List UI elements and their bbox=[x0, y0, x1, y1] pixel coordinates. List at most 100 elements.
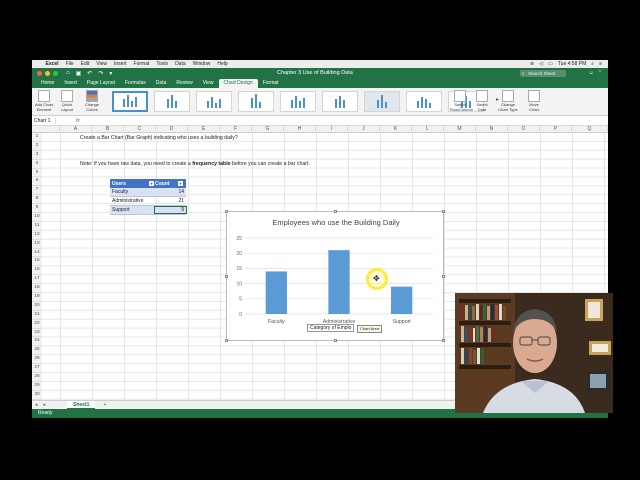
column-header[interactable]: H bbox=[284, 126, 316, 133]
row-header[interactable]: 2 bbox=[32, 141, 42, 151]
wifi-icon[interactable]: ≋ bbox=[530, 61, 534, 67]
bar[interactable] bbox=[328, 250, 350, 314]
menu-view[interactable]: View bbox=[93, 61, 111, 67]
column-header[interactable]: G bbox=[252, 126, 284, 133]
column-header[interactable]: N bbox=[476, 126, 508, 133]
tab-page-layout[interactable]: Page Layout bbox=[82, 79, 120, 88]
chart-style-8[interactable] bbox=[406, 91, 442, 112]
filter-dropdown-icon[interactable]: ▾ bbox=[149, 181, 154, 186]
row-header[interactable]: 17 bbox=[32, 275, 42, 285]
row-header[interactable]: 5 bbox=[32, 168, 42, 178]
menu-edit[interactable]: Edit bbox=[77, 61, 93, 67]
row-header[interactable]: 22 bbox=[32, 319, 42, 329]
bar-chart[interactable]: Employees who use the Building Daily 051… bbox=[225, 210, 445, 342]
resize-handle[interactable] bbox=[442, 275, 445, 278]
column-header[interactable]: E bbox=[188, 126, 220, 133]
share-icon[interactable]: ☺ bbox=[589, 70, 594, 76]
undo-icon[interactable]: ↶ bbox=[87, 70, 92, 77]
more-icon[interactable]: ▾ bbox=[109, 70, 112, 77]
row-header[interactable]: 28 bbox=[32, 373, 42, 382]
filter-dropdown-icon[interactable]: ▾ bbox=[178, 181, 183, 186]
chart-style-4[interactable] bbox=[238, 91, 274, 112]
menu-help[interactable]: Help bbox=[214, 61, 231, 67]
row-header[interactable]: 1 bbox=[32, 133, 42, 142]
search-sheet-input[interactable]: ⌕ Search Sheet bbox=[520, 70, 566, 77]
row-header[interactable]: 20 bbox=[32, 301, 42, 311]
add-chart-element-button[interactable]: Add Chart Element bbox=[34, 90, 54, 112]
battery-icon[interactable]: ▭ bbox=[548, 61, 553, 67]
column-header[interactable]: J bbox=[348, 126, 380, 133]
home-icon[interactable]: ⌂ bbox=[66, 70, 70, 77]
row-header[interactable]: 4 bbox=[32, 159, 42, 169]
tab-insert[interactable]: Insert bbox=[59, 79, 82, 88]
instruction-text[interactable]: Create a Bar Chart (Bar Graph) indicatin… bbox=[80, 135, 238, 141]
x-axis-title[interactable]: Category of Emplo bbox=[307, 324, 355, 332]
row-header[interactable]: 26 bbox=[32, 355, 42, 365]
fx-icon[interactable]: fx bbox=[56, 118, 80, 124]
prev-sheet-icon[interactable]: ◂ bbox=[32, 402, 41, 408]
bar[interactable] bbox=[391, 286, 413, 314]
add-sheet-button[interactable]: + bbox=[95, 402, 114, 408]
table-cell-value[interactable]: 14 bbox=[155, 189, 186, 195]
row-header[interactable]: 24 bbox=[32, 337, 42, 347]
tab-formulas[interactable]: Formulas bbox=[120, 79, 151, 88]
move-chart-button[interactable]: Move Chart bbox=[524, 90, 544, 112]
column-header[interactable]: K bbox=[380, 126, 412, 133]
table-cell-label[interactable]: Support bbox=[110, 207, 155, 213]
save-icon[interactable]: ▣ bbox=[76, 70, 82, 77]
chart-style-5[interactable] bbox=[280, 91, 316, 112]
row-header[interactable]: 27 bbox=[32, 364, 42, 374]
table-cell-label[interactable]: Faculty bbox=[110, 189, 155, 195]
menu-format[interactable]: Format bbox=[130, 61, 153, 67]
minimize-icon[interactable] bbox=[45, 71, 50, 76]
row-header[interactable]: 7 bbox=[32, 186, 42, 196]
row-header[interactable]: 30 bbox=[32, 390, 42, 400]
collapse-ribbon-icon[interactable]: ⌃ bbox=[598, 70, 602, 76]
header-count-cell[interactable]: Count ▾ bbox=[155, 181, 186, 187]
row-header[interactable]: 21 bbox=[32, 310, 42, 320]
row-header[interactable]: 3 bbox=[32, 150, 42, 160]
bar[interactable] bbox=[265, 271, 287, 314]
resize-handle[interactable] bbox=[225, 275, 228, 278]
clock[interactable]: Tue 4:58 PM bbox=[558, 61, 586, 67]
column-header[interactable]: F bbox=[220, 126, 252, 133]
row-header[interactable]: 8 bbox=[32, 195, 42, 205]
table-cell-value[interactable]: 21 bbox=[155, 198, 186, 204]
tab-view[interactable]: View bbox=[198, 79, 219, 88]
menu-insert[interactable]: Insert bbox=[111, 61, 131, 67]
tab-format[interactable]: Format bbox=[258, 79, 284, 88]
chart-style-7[interactable] bbox=[364, 91, 400, 112]
change-chart-type-button[interactable]: Change Chart Type bbox=[498, 90, 518, 112]
row-header[interactable]: 10 bbox=[32, 213, 42, 222]
select-all-corner[interactable] bbox=[32, 126, 60, 133]
zoom-icon[interactable] bbox=[53, 71, 58, 76]
resize-handle[interactable] bbox=[225, 339, 228, 342]
tab-home[interactable]: Home bbox=[36, 79, 59, 88]
redo-icon[interactable]: ↷ bbox=[98, 70, 103, 77]
switch-row-column-button[interactable]: Switch Row/Column bbox=[450, 90, 473, 112]
column-header[interactable]: I bbox=[316, 126, 348, 133]
select-data-button[interactable]: Select Data bbox=[472, 90, 492, 112]
resize-handle[interactable] bbox=[334, 210, 337, 213]
row-header[interactable]: 12 bbox=[32, 230, 42, 240]
row-header[interactable]: 9 bbox=[32, 204, 42, 214]
volume-icon[interactable]: ◁ bbox=[539, 61, 543, 67]
quick-layout-button[interactable]: Quick Layout bbox=[57, 90, 77, 112]
header-users-cell[interactable]: Users ▾ bbox=[110, 181, 155, 187]
table-cell-label[interactable]: Administrative bbox=[110, 198, 155, 204]
tab-chart-design[interactable]: Chart Design bbox=[218, 79, 258, 88]
row-header[interactable]: 25 bbox=[32, 346, 42, 356]
chart-style-2[interactable] bbox=[154, 91, 190, 112]
row-header[interactable]: 14 bbox=[32, 248, 42, 258]
menu-tools[interactable]: Tools bbox=[153, 61, 172, 67]
chart-style-3[interactable] bbox=[196, 91, 232, 112]
row-header[interactable]: 6 bbox=[32, 177, 42, 187]
row-header[interactable]: 23 bbox=[32, 328, 42, 338]
column-header[interactable]: D bbox=[156, 126, 188, 133]
row-header[interactable]: 11 bbox=[32, 221, 42, 231]
column-header[interactable]: O bbox=[508, 126, 540, 133]
row-header[interactable]: 13 bbox=[32, 239, 42, 249]
column-header[interactable]: L bbox=[412, 126, 444, 133]
column-header[interactable]: P bbox=[540, 126, 572, 133]
notification-icon[interactable]: ≡ bbox=[599, 61, 602, 67]
